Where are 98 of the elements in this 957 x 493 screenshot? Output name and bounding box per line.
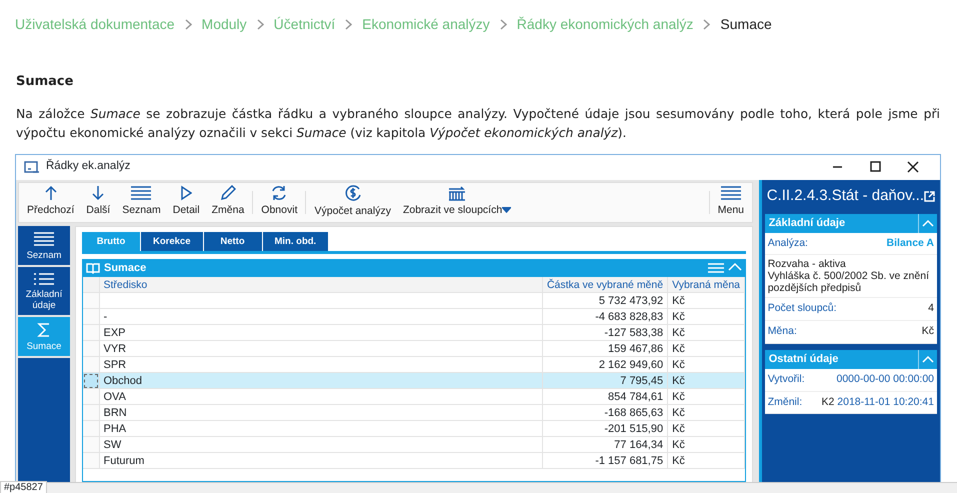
refresh-icon — [271, 185, 288, 202]
table-cell: Obchod — [99, 372, 542, 389]
list-icon — [33, 230, 55, 246]
table-cell: Kč — [668, 388, 744, 405]
table-row[interactable]: 5 732 473,92 Kč — [83, 292, 744, 309]
field-label: Analýza: — [768, 236, 808, 250]
table-cell: Kč — [668, 420, 744, 437]
toolbar-button[interactable]: Detail — [166, 182, 206, 222]
collapse-icon[interactable] — [728, 262, 742, 272]
table-cell: -201 515,90 — [542, 420, 668, 437]
tab[interactable]: Netto — [204, 232, 262, 251]
list-icon — [130, 185, 152, 202]
table-cell: Kč — [668, 436, 744, 453]
up-arrow-icon — [44, 185, 57, 202]
table-cell: 7 795,45 — [542, 372, 668, 389]
close-icon[interactable] — [907, 161, 919, 173]
table-cell: SW — [99, 436, 542, 453]
field-value: 4 — [928, 302, 934, 314]
table-row[interactable]: PHA -201 515,90 Kč — [83, 420, 744, 437]
table-row[interactable]: OVA 854 784,61 Kč — [83, 388, 744, 405]
chevron-right-icon — [345, 19, 352, 30]
book-icon — [86, 262, 100, 274]
app-icon — [24, 160, 40, 174]
table-cell: Kč — [668, 292, 744, 309]
columns-icon — [448, 185, 466, 202]
column-header[interactable]: Středisko — [99, 276, 542, 293]
list-icon — [720, 185, 742, 202]
chevron-right-icon — [703, 19, 710, 30]
pencil-icon — [220, 185, 236, 202]
tab[interactable]: Min. obd. — [262, 232, 328, 251]
chevron-right-icon — [500, 19, 507, 30]
toolbar-button[interactable]: Zobrazit ve sloupcích — [396, 182, 518, 222]
table-cell: Futurum — [99, 452, 542, 469]
play-icon — [180, 185, 192, 202]
table-cell: EXP — [99, 324, 542, 341]
user-text: K2 — [822, 396, 836, 408]
field-value[interactable]: 2018-11-01 10:20:41 — [837, 396, 934, 408]
table-row[interactable]: - -4 683 828,83 Kč — [83, 308, 744, 325]
field-label: Měna: — [768, 324, 797, 339]
field-label: Změnil: — [768, 394, 802, 410]
table-cell: Kč — [668, 452, 744, 469]
sigma-icon — [37, 322, 51, 338]
field-value[interactable]: 0000-00-00 00:00:00 — [836, 372, 934, 385]
field-value: Kč — [922, 325, 934, 337]
status-url: #p45827 — [0, 481, 47, 493]
description-text: Rozvaha - aktiva — [768, 258, 847, 270]
table-cell: Kč — [668, 308, 744, 325]
table-row[interactable]: EXP -127 583,38 Kč — [83, 324, 744, 341]
toolbar-button[interactable]: Seznam — [116, 182, 167, 222]
menu-button[interactable]: Menu — [712, 182, 750, 222]
table-cell: - — [99, 308, 542, 325]
sidebar-item[interactable]: Seznam — [18, 226, 70, 266]
toolbar-button[interactable]: Předchozí — [21, 182, 80, 222]
table-cell: 77 164,34 — [542, 436, 668, 453]
chevron-right-icon — [256, 19, 264, 30]
menu-icon[interactable] — [708, 262, 724, 274]
table-cell: Kč — [668, 324, 744, 341]
table-cell: Kč — [668, 404, 744, 421]
toolbar-button[interactable]: Výpočet analýzy — [308, 182, 397, 222]
table-cell: OVA — [99, 388, 542, 405]
column-header[interactable]: Vybraná měna — [668, 276, 744, 293]
table-cell: -1 157 681,75 — [542, 452, 668, 469]
table-row[interactable]: Futurum -1 157 681,75 Kč — [83, 452, 744, 469]
tab[interactable]: Korekce — [141, 232, 202, 251]
table-row[interactable]: Obchod 7 795,45 Kč — [83, 372, 744, 389]
list-icon — [33, 272, 55, 286]
toolbar-button[interactable]: Změna — [206, 182, 250, 222]
table-cell: VYR — [99, 340, 542, 357]
table-cell: -168 865,63 — [542, 404, 668, 421]
down-arrow-icon — [92, 185, 104, 202]
table-row[interactable]: BRN -168 865,63 Kč — [83, 404, 744, 421]
table-cell: 854 784,61 — [542, 388, 668, 405]
table-cell: 5 732 473,92 — [542, 292, 668, 309]
dollar-cycle-icon — [344, 184, 362, 202]
detail-title: C.II.2.4.3.Stát - daňov... — [766, 186, 924, 206]
paragraph: Na záložce Sumace se zobrazuje částka řádku a vybraného sloupce analýzy. Vypočtené údaje jsou sesumovány podle toho, která pole jsme při výpočtu ekonomické analýzy označili v sekci Sumace (viz kapitola Výpočet ekonomických analýz). — [16, 104, 940, 142]
table-cell: -127 583,38 — [542, 324, 668, 341]
section-heading: Sumace — [16, 73, 74, 91]
field-label: Počet sloupců: — [768, 301, 837, 316]
breadcrumb-current: Sumace — [720, 14, 772, 34]
window-title: Řádky ek.analýz — [46, 158, 130, 174]
column-header[interactable]: Částka ve vybrané měně — [542, 276, 668, 293]
external-link-icon[interactable] — [924, 191, 935, 202]
table-cell: -4 683 828,83 — [542, 308, 668, 325]
table-cell: 159 467,86 — [542, 340, 668, 357]
table-cell: Kč — [668, 340, 744, 357]
field-label: Vytvořil: — [768, 372, 805, 387]
table-row[interactable]: VYR 159 467,86 Kč — [83, 340, 744, 357]
panel-title: Sumace — [104, 261, 146, 276]
toolbar-button[interactable]: Obnovit — [255, 182, 304, 222]
maximize-icon[interactable] — [869, 161, 881, 173]
table-row[interactable]: SW 77 164,34 Kč — [83, 436, 744, 453]
toolbar-button[interactable]: Další — [80, 182, 116, 222]
table-cell: Kč — [668, 372, 744, 389]
chevron-right-icon — [184, 19, 192, 30]
description-text: Vyhláška č. 500/2002 Sb. ve znění pozdějších předpisů — [768, 270, 930, 294]
table-cell: PHA — [99, 420, 542, 437]
table-cell: BRN — [99, 404, 542, 421]
